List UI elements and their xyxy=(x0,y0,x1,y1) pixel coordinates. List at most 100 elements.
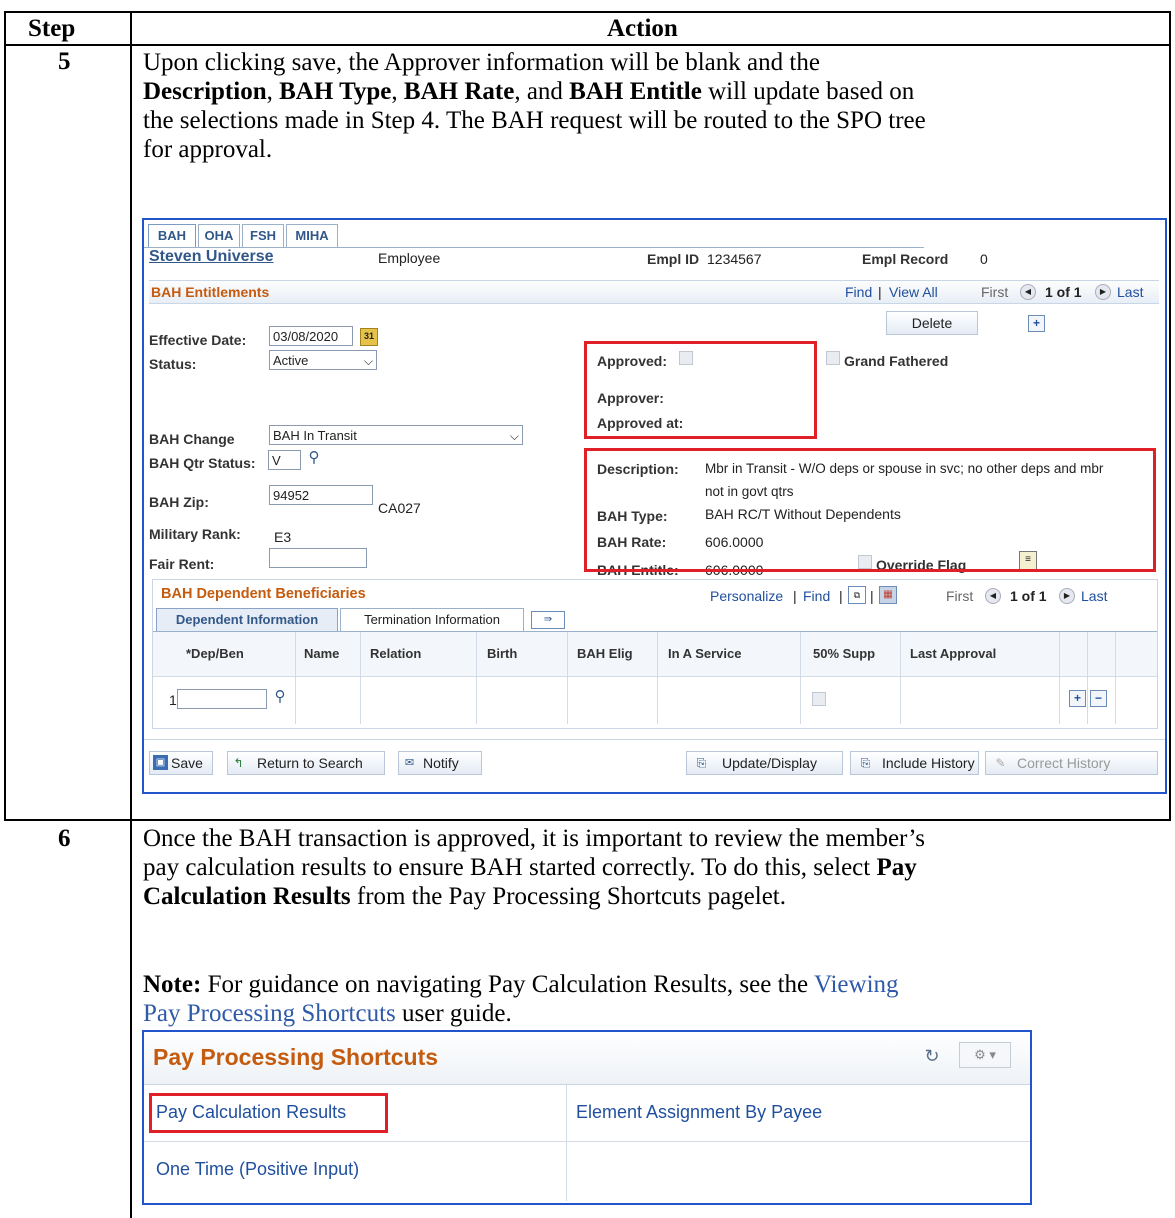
step-5-line-2: Description, BAH Type, BAH Rate, and BAH… xyxy=(143,77,1153,106)
bah-qtr-status-field[interactable]: V xyxy=(268,450,301,470)
include-history-label: Include History xyxy=(882,755,975,771)
tab-dependent-information[interactable]: Dependent Information xyxy=(156,608,338,631)
bah-qtr-status-label: BAH Qtr Status: xyxy=(149,455,256,471)
find-link[interactable]: Find xyxy=(803,588,830,604)
section-title: BAH Entitlements xyxy=(151,284,270,300)
element-assignment-link[interactable]: Element Assignment By Payee xyxy=(576,1102,822,1123)
term-calculation-results: Calculation Results xyxy=(143,883,351,910)
show-all-columns-icon[interactable]: ⇛ xyxy=(531,611,565,629)
term-pay: Pay xyxy=(876,854,917,881)
step-6-line-2: pay calculation results to ensure BAH st… xyxy=(143,853,1153,882)
link-separator: | xyxy=(839,588,843,604)
update-display-button[interactable]: ⎘ Update/Display xyxy=(686,751,843,775)
delete-button[interactable]: Delete xyxy=(886,311,978,335)
bah-entitlements-header: BAH Entitlements Find | View All First ◀… xyxy=(149,280,1159,304)
effective-date-field[interactable]: 03/08/2020 xyxy=(269,326,353,346)
add-row-icon[interactable]: + xyxy=(1028,315,1045,332)
add-row-icon[interactable]: + xyxy=(1069,690,1086,707)
column-header: *Dep/Ben xyxy=(186,646,244,661)
pager-count: 1 of 1 xyxy=(1045,284,1082,300)
note-label: Note: xyxy=(143,971,202,998)
last-link[interactable]: Last xyxy=(1117,284,1143,300)
search-icon[interactable]: ⚲ xyxy=(305,450,323,468)
refresh-icon[interactable]: ↻ xyxy=(922,1046,942,1066)
correct-history-label: Correct History xyxy=(1017,755,1111,771)
dep-ben-field[interactable] xyxy=(177,689,267,709)
calendar-icon[interactable]: 31 xyxy=(360,328,378,346)
header-bottom-border xyxy=(4,44,1171,46)
tab-fsh[interactable]: FSH xyxy=(242,224,284,247)
toolbar-divider xyxy=(144,739,1165,740)
status-value: Active xyxy=(273,353,309,368)
row-number: 1 xyxy=(169,692,177,708)
header-action: Action xyxy=(607,15,678,42)
column-header: Name xyxy=(304,646,340,661)
tab-termination-information[interactable]: Termination Information xyxy=(340,608,524,631)
bah-change-select[interactable]: BAH In Transit ⌵ xyxy=(269,425,523,445)
search-icon[interactable]: ⚲ xyxy=(271,689,289,707)
view-all-link[interactable]: View All xyxy=(889,284,938,300)
table-row: 1 ⚲ + − xyxy=(153,677,1157,723)
employee-name: Steven Universe xyxy=(149,248,274,265)
grand-fathered-label: Grand Fathered xyxy=(844,353,949,369)
step-6-line-1: Once the BAH transaction is approved, it… xyxy=(143,825,925,852)
previous-icon[interactable]: ◀ xyxy=(1020,284,1036,300)
next-icon[interactable]: ▶ xyxy=(1059,588,1075,604)
separator: , xyxy=(391,78,404,105)
last-link[interactable]: Last xyxy=(1081,588,1107,604)
step-5-line-3: the selections made in Step 4. The BAH r… xyxy=(143,107,926,134)
bah-page-screenshot: BAH OHA FSH MIHA Steven Universe Employe… xyxy=(142,218,1167,794)
bah-zip-field[interactable]: 94952 xyxy=(269,485,373,505)
notify-button[interactable]: ✉ Notify xyxy=(398,751,482,775)
dependents-section: BAH Dependent Beneficiaries Personalize … xyxy=(152,579,1158,729)
personalize-link[interactable]: Personalize xyxy=(710,588,783,604)
effective-date-label: Effective Date: xyxy=(149,332,247,348)
next-icon[interactable]: ▶ xyxy=(1095,284,1111,300)
settings-menu-button[interactable]: ⚙ ▾ xyxy=(959,1042,1011,1068)
tab-bah[interactable]: BAH xyxy=(148,224,196,247)
step-column-divider xyxy=(130,11,132,1218)
empl-id-label: Empl ID xyxy=(647,251,700,267)
note-line-2: Pay Processing Shortcuts user guide. xyxy=(143,999,1153,1028)
bah-change-value: BAH In Transit xyxy=(273,428,357,443)
save-button[interactable]: ▣ Save xyxy=(149,751,213,775)
find-link[interactable]: Find xyxy=(845,284,872,300)
view-all-icon[interactable]: ⧉ xyxy=(848,586,866,604)
include-history-button[interactable]: ⎘ Include History xyxy=(850,751,979,775)
description-highlight-box xyxy=(584,448,1156,572)
fair-rent-field[interactable] xyxy=(269,548,367,568)
column-header: Birth xyxy=(487,646,518,661)
step-6-note: Note: For guidance on navigating Pay Cal… xyxy=(143,970,1153,1028)
bah-zip-code: CA027 xyxy=(378,500,421,516)
tab-miha[interactable]: MIHA xyxy=(286,224,338,247)
chevron-down-icon: ⌵ xyxy=(509,429,519,443)
bah-change-label: BAH Change xyxy=(149,431,235,447)
previous-icon[interactable]: ◀ xyxy=(985,588,1001,604)
tab-oha[interactable]: OHA xyxy=(198,224,240,247)
link-separator: | xyxy=(878,284,882,300)
grid-column-divider xyxy=(566,1085,567,1201)
grid-row-divider xyxy=(144,1141,1030,1142)
note-line-1: Note: For guidance on navigating Pay Cal… xyxy=(143,970,1153,999)
delete-row-icon[interactable]: − xyxy=(1090,690,1107,707)
column-header: In A Service xyxy=(668,646,742,661)
save-icon: ▣ xyxy=(153,755,168,770)
download-grid-icon[interactable]: ▦ xyxy=(879,586,897,604)
pay-processing-shortcuts-link[interactable]: Pay Processing Shortcuts xyxy=(143,1000,396,1027)
text-run: user guide. xyxy=(395,1000,512,1027)
step-6-text: Once the BAH transaction is approved, it… xyxy=(143,824,1153,911)
status-select[interactable]: Active ⌵ xyxy=(269,350,377,370)
header-step: Step xyxy=(28,15,76,42)
column-header: Relation xyxy=(370,646,422,661)
term-bah-entitle: BAH Entitle xyxy=(569,78,702,105)
return-to-search-button[interactable]: ↰ Return to Search xyxy=(227,751,385,775)
notify-label: Notify xyxy=(423,755,459,771)
one-time-positive-input-link[interactable]: One Time (Positive Input) xyxy=(156,1159,359,1180)
notify-icon: ✉ xyxy=(404,757,415,769)
pay-processing-shortcuts-pagelet: Pay Processing Shortcuts ↻ ⚙ ▾ Pay Calcu… xyxy=(142,1030,1032,1205)
link-separator: | xyxy=(793,588,797,604)
viewing-link[interactable]: Viewing xyxy=(814,971,899,998)
term-description: Description xyxy=(143,78,267,105)
first-label: First xyxy=(946,588,974,604)
save-label: Save xyxy=(171,755,203,771)
